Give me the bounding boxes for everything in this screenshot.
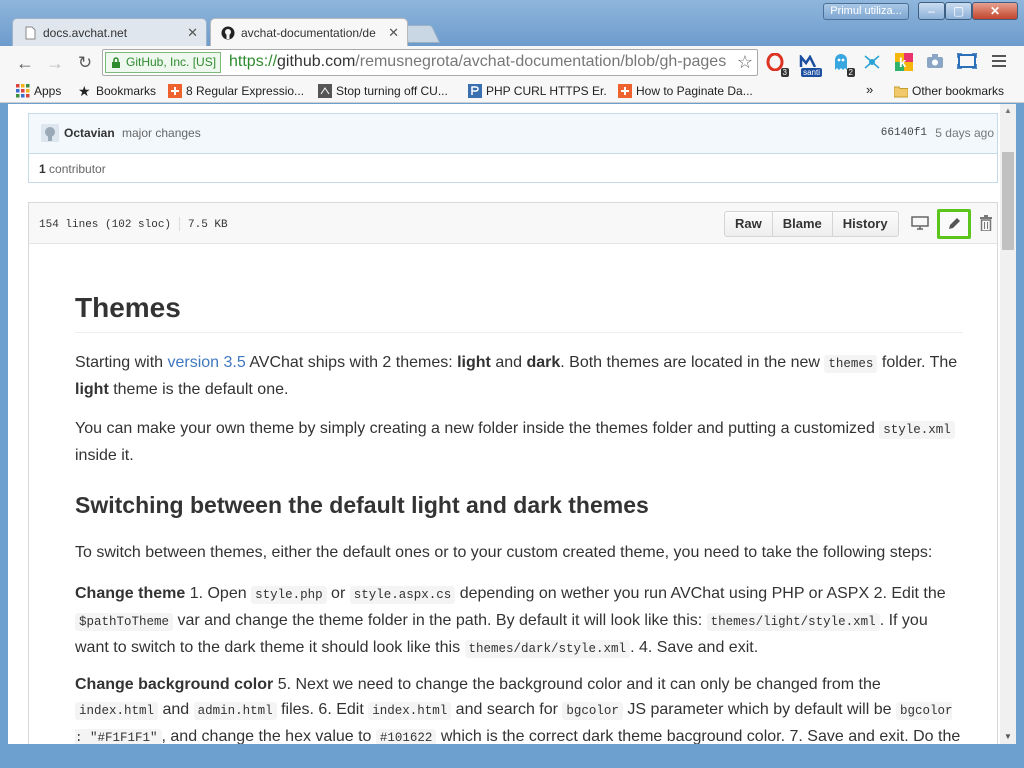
scroll-up-arrow-icon[interactable]: ▲: [1000, 104, 1016, 118]
opera-extension-icon[interactable]: 3: [764, 52, 789, 77]
camera-icon[interactable]: [924, 53, 946, 73]
file-lines: 154 lines (102 sloc): [39, 218, 172, 231]
scrollbar-thumb[interactable]: [1002, 152, 1014, 250]
bookmark-apps[interactable]: Apps: [14, 82, 74, 100]
file-header: 154 lines (102 sloc) 7.5 KB Raw Blame His…: [28, 202, 998, 244]
minimize-button[interactable]: –: [918, 2, 945, 20]
santi-extension-icon[interactable]: santi: [797, 53, 822, 77]
ghost-extension-icon[interactable]: 2: [830, 53, 855, 77]
section-heading: Switching between the default light and …: [75, 492, 649, 518]
bookmarks-bar: Apps ★ Bookmarks 8 Regular Expressio... …: [0, 79, 1024, 103]
readme-container: Themes Starting with version 3.5 AVChat …: [28, 244, 998, 744]
tab-close-icon[interactable]: ✕: [388, 19, 399, 46]
edit-file-button[interactable]: [937, 209, 971, 239]
history-button[interactable]: History: [831, 211, 899, 237]
window-bottom-frame: [0, 744, 1024, 768]
github-icon: [221, 26, 235, 40]
scroll-down-arrow-icon[interactable]: ▼: [1000, 730, 1016, 744]
p-box-icon: [468, 84, 482, 98]
bookmark-regex[interactable]: 8 Regular Expressio...: [166, 82, 306, 100]
change-theme-paragraph: Change theme 1. Open style.php or style.…: [75, 585, 946, 658]
contributors-count: 1: [39, 162, 46, 176]
browser-window: Primul utiliza... – ▢ ✕ docs.avchat.net …: [0, 0, 1024, 768]
bookmark-star-icon[interactable]: ☆: [737, 52, 753, 73]
vertical-scrollbar[interactable]: ▲ ▼: [1000, 104, 1016, 744]
url-text[interactable]: https://github.com/remusnegrota/avchat-d…: [229, 53, 729, 71]
contributors-link[interactable]: 1 contributor: [39, 162, 106, 176]
tab-title: avchat-documentation/de: [241, 26, 376, 40]
raw-button[interactable]: Raw: [724, 211, 773, 237]
lock-icon: [112, 57, 120, 68]
page-title: Themes: [75, 290, 963, 333]
tab-docs-avchat[interactable]: docs.avchat.net ✕: [12, 18, 207, 46]
steps-intro-paragraph: To switch between themes, either the def…: [75, 544, 933, 561]
commit-tease: Octavian major changes 66140f1 5 days ag…: [29, 114, 997, 154]
back-arrow-icon[interactable]: ←: [14, 52, 36, 74]
intro-paragraph: Starting with version 3.5 AVChat ships w…: [75, 354, 958, 398]
profile-button[interactable]: Primul utiliza...: [823, 3, 909, 20]
forward-arrow-icon[interactable]: →: [44, 52, 66, 74]
blame-button[interactable]: Blame: [771, 211, 833, 237]
bookmark-other[interactable]: Other bookmarks: [892, 82, 1020, 100]
commit-message[interactable]: major changes: [122, 126, 201, 140]
avatar[interactable]: [41, 124, 59, 142]
bookmark-label: Stop turning off CU...: [336, 84, 448, 98]
file-info: 154 lines (102 sloc) 7.5 KB: [39, 217, 228, 231]
chrome-menu-icon[interactable]: [990, 52, 1008, 72]
commit-info-box: Octavian major changes 66140f1 5 days ag…: [28, 113, 998, 183]
title-bar: Primul utiliza... – ▢ ✕ docs.avchat.net …: [0, 0, 1024, 48]
bookmark-label: 8 Regular Expressio...: [186, 84, 305, 98]
address-bar[interactable]: GitHub, Inc. [US] https://github.com/rem…: [102, 49, 758, 76]
screen-capture-icon[interactable]: [956, 52, 978, 73]
bookmark-label: PHP CURL HTTPS Er...: [486, 84, 606, 98]
bookmark-label: How to Paginate Da...: [636, 84, 753, 98]
bookmarks-overflow-button[interactable]: »: [866, 82, 873, 97]
contributors-label: contributor: [49, 162, 106, 176]
url-host: github.com: [277, 53, 356, 70]
page-icon: [25, 26, 36, 40]
bookmark-php-curl[interactable]: PHP CURL HTTPS Er...: [466, 82, 606, 100]
file-size: 7.5 KB: [188, 218, 228, 231]
commit-sha[interactable]: 66140f1: [881, 127, 927, 139]
maximize-button[interactable]: ▢: [945, 2, 972, 20]
tab-github-avchat[interactable]: avchat-documentation/de ✕: [210, 18, 408, 46]
change-background-paragraph: Change background color 5. Next we need …: [75, 672, 963, 744]
tab-close-icon[interactable]: ✕: [187, 19, 198, 46]
k-label: k: [899, 55, 907, 70]
bookmark-label: Other bookmarks: [912, 84, 1005, 98]
commit-author[interactable]: Octavian: [64, 126, 115, 140]
desktop-icon[interactable]: [911, 216, 929, 230]
close-window-button[interactable]: ✕: [972, 2, 1018, 20]
bookmark-bookmarks[interactable]: ★ Bookmarks: [76, 82, 160, 100]
browser-toolbar: ← → ↻ GitHub, Inc. [US] https://github.c…: [0, 46, 1024, 79]
custom-theme-paragraph: You can make your own theme by simply cr…: [75, 416, 963, 468]
folder-icon: [894, 86, 908, 98]
pencil-icon: [949, 218, 960, 229]
k-extension-icon[interactable]: k: [893, 53, 915, 73]
apps-grid-icon: [16, 84, 30, 98]
page-viewport: Octavian major changes 66140f1 5 days ag…: [8, 104, 1016, 744]
bookmark-label: Bookmarks: [96, 84, 157, 98]
ev-certificate-badge[interactable]: GitHub, Inc. [US]: [105, 52, 222, 73]
plus-box-icon: [168, 84, 182, 98]
url-scheme: https://: [229, 53, 278, 70]
opera-badge: 3: [780, 68, 789, 77]
commit-age: 5 days ago: [935, 126, 994, 140]
document-icon: [318, 84, 332, 98]
ev-label: GitHub, Inc. [US]: [126, 55, 217, 69]
version-link[interactable]: version 3.5: [167, 354, 245, 371]
santi-label: santi: [801, 68, 822, 77]
url-path: /remusnegrota/avchat-documentation/blob/…: [355, 53, 727, 70]
trash-icon[interactable]: [979, 215, 993, 231]
bookmark-cuda[interactable]: Stop turning off CU...: [316, 82, 458, 100]
bookmark-paginate[interactable]: How to Paginate Da...: [616, 82, 756, 100]
ghost-badge: 2: [846, 68, 855, 77]
network-extension-icon[interactable]: [861, 53, 883, 73]
tab-title: docs.avchat.net: [43, 26, 128, 40]
plus-box-icon: [618, 84, 632, 98]
bookmark-label: Apps: [34, 84, 62, 98]
file-actions-group: Raw Blame History: [724, 211, 899, 237]
reload-icon[interactable]: ↻: [74, 52, 96, 74]
star-icon: ★: [78, 83, 91, 99]
